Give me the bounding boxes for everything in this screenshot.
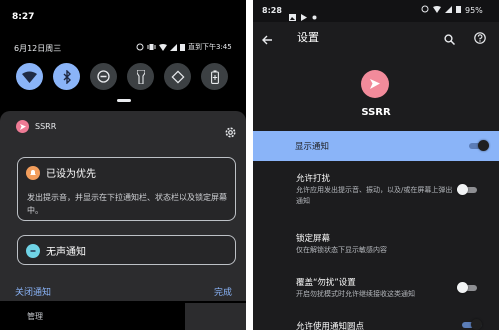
- quick-settings: [16, 63, 228, 90]
- manage-label[interactable]: 管理: [27, 311, 43, 322]
- bluetooth-tile[interactable]: [53, 63, 80, 90]
- play-icon: [300, 6, 307, 21]
- show-notifications-toggle[interactable]: [469, 139, 489, 153]
- wifi-status-icon: [433, 5, 441, 15]
- lock-screen-title: 锁定屏幕: [296, 234, 331, 244]
- silent-title: 无声通知: [46, 247, 86, 258]
- override-dnd-toggle[interactable]: [457, 281, 477, 295]
- allow-interruptions-toggle[interactable]: [457, 183, 477, 197]
- app-header: SSRR: [16, 120, 56, 133]
- battery-percent: 95%: [465, 5, 483, 15]
- priority-option[interactable]: 已设为优先 发出提示音，并显示在下拉通知栏、状态栏以及锁定屏幕中。: [17, 157, 236, 221]
- flashlight-icon: [136, 69, 145, 84]
- silent-header: 无声通知: [26, 243, 86, 258]
- status-icons: 直到下午3:45: [136, 42, 232, 52]
- signal-icon: [170, 43, 177, 51]
- battery-icon: [456, 5, 461, 15]
- back-arrow-icon[interactable]: [262, 30, 273, 49]
- silent-icon: [26, 243, 40, 258]
- status-right: 95%: [421, 5, 483, 15]
- show-notifications-row[interactable]: 显示通知: [253, 131, 499, 161]
- status-time: 8:27: [12, 12, 35, 22]
- battery-status-icon: [180, 43, 185, 51]
- vibrate-icon: [147, 43, 156, 51]
- app-name: SSRR: [361, 107, 391, 118]
- bluetooth-icon: [62, 69, 72, 84]
- status-time: 8:28: [262, 6, 282, 15]
- notification-shade: 8:27 6月12日周三 直到下午3:45 SSRR 已设为优先 发出提示音，并…: [0, 0, 246, 330]
- app-bar: [253, 22, 499, 50]
- app-icon: [16, 120, 29, 133]
- wifi-tile[interactable]: [16, 63, 43, 90]
- auto-rotate-icon: [170, 69, 185, 84]
- wifi-icon: [22, 71, 37, 83]
- dnd-tile[interactable]: [90, 63, 117, 90]
- search-icon[interactable]: [444, 30, 456, 49]
- page-title: 设置: [297, 31, 319, 44]
- dnd-until-label: 直到下午3:45: [188, 43, 232, 51]
- image-icon: [289, 6, 296, 21]
- wifi-status-icon: [159, 43, 167, 51]
- silent-option[interactable]: 无声通知: [17, 235, 236, 265]
- app-icon: [361, 70, 389, 98]
- battery-saver-icon: [210, 69, 219, 84]
- notification-dot-title: 允许使用通知圆点: [296, 322, 365, 330]
- alarm-icon: [136, 43, 144, 51]
- background-card: [185, 303, 246, 330]
- auto-rotate-tile[interactable]: [164, 63, 191, 90]
- help-icon[interactable]: [474, 29, 486, 48]
- date-label: 6月12日周三: [14, 44, 62, 53]
- show-notifications-title: 显示通知: [295, 142, 330, 152]
- allow-interruptions-desc: 允许应用发出提示音、振动，以及/或在屏幕上弹出通知: [296, 186, 453, 205]
- bell-icon: [26, 165, 40, 180]
- do-not-disturb-icon: [97, 70, 110, 83]
- alarm-icon: [421, 5, 429, 15]
- flashlight-tile[interactable]: [127, 63, 154, 90]
- override-dnd-title: 覆盖“勿扰”设置: [296, 278, 356, 288]
- priority-title: 已设为优先: [46, 169, 96, 180]
- app-notification-settings: 8:28 95% 设置 SSRR 显示通知 允许打扰 允许应用发出提示音、振动，…: [253, 0, 499, 330]
- priority-description: 发出提示音，并显示在下拉通知栏、状态栏以及锁定屏幕中。: [27, 193, 227, 215]
- notification-dot-toggle[interactable]: [462, 318, 482, 330]
- dot-icon: [311, 6, 318, 20]
- turn-off-notifications-button[interactable]: 关闭通知: [15, 285, 51, 298]
- priority-header: 已设为优先: [26, 165, 96, 180]
- status-notification-icons: [289, 6, 318, 21]
- override-dnd-desc: 开启勿扰模式时允许继续接收这类通知: [296, 290, 415, 298]
- app-name: SSRR: [35, 122, 57, 131]
- battery-saver-tile[interactable]: [201, 63, 228, 90]
- lock-screen-desc: 仅在解锁状态下显示敏感内容: [296, 246, 387, 254]
- gear-icon[interactable]: [224, 124, 237, 143]
- allow-interruptions-title: 允许打扰: [296, 174, 331, 184]
- signal-icon: [445, 5, 452, 15]
- done-button[interactable]: 完成: [214, 285, 232, 298]
- shade-handle[interactable]: [117, 99, 131, 102]
